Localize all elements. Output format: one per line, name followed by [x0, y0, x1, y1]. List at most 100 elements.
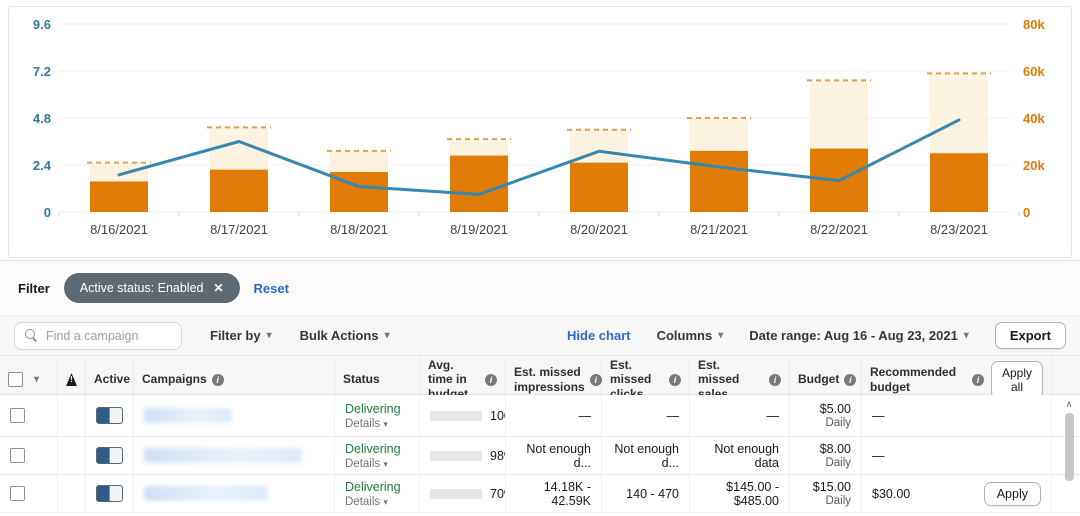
scrollbar-thumb[interactable] [1065, 413, 1074, 481]
right-axis-tick: 0 [1023, 205, 1030, 220]
details-dropdown[interactable]: Details ▾ [345, 418, 401, 430]
columns-dropdown[interactable]: Columns ▾ [657, 328, 724, 343]
table-header-row: ▾ Active Campaigns Status Avg. time in b… [0, 355, 1080, 395]
info-icon[interactable] [590, 374, 602, 386]
active-toggle[interactable] [96, 447, 123, 464]
avg-time-progress [430, 489, 482, 499]
row-warning-cell [58, 395, 86, 436]
export-button[interactable]: Export [995, 322, 1066, 349]
table-toolbar: Filter by ▾ Bulk Actions ▾ Hide chart Co… [0, 315, 1080, 355]
header-recommended-label: Recommended budget [870, 365, 967, 394]
row-checkbox[interactable] [10, 486, 25, 501]
active-toggle[interactable] [96, 407, 123, 424]
bulk-actions-dropdown[interactable]: Bulk Actions ▾ [300, 328, 390, 343]
toggle-knob [109, 486, 122, 501]
reset-filters-link[interactable]: Reset [254, 281, 289, 296]
avg-time-value: 98% [490, 449, 506, 463]
chevron-down-icon[interactable]: ▾ [34, 374, 39, 386]
right-axis-tick: 20k [1023, 158, 1045, 173]
avg-time-value: 100% [490, 409, 506, 423]
filter-label: Filter [18, 281, 50, 296]
row-active-cell[interactable] [86, 475, 134, 512]
row-campaign-cell[interactable] [134, 437, 335, 474]
hide-chart-link[interactable]: Hide chart [567, 328, 631, 343]
row-impressions-cell: Not enough d... [506, 437, 602, 474]
date-label: 8/21/2021 [690, 222, 748, 237]
budget-cadence: Daily [825, 495, 851, 507]
header-active-label: Active [94, 372, 130, 386]
row-checkbox[interactable] [10, 448, 25, 463]
chevron-down-icon: ▾ [383, 419, 388, 429]
date-label: 8/22/2021 [810, 222, 868, 237]
row-avg-time-cell: 98% [420, 437, 506, 474]
table-row: Delivering Details ▾ 70% 14.18K - 42.59K… [0, 475, 1080, 513]
row-select-cell[interactable] [0, 475, 58, 512]
campaign-name-redacted [144, 448, 302, 463]
row-active-cell[interactable] [86, 437, 134, 474]
row-impressions-cell: 14.18K - 42.59K [506, 475, 602, 512]
header-status-label: Status [343, 372, 380, 386]
table-vertical-scrollbar[interactable]: ∧ [1063, 397, 1075, 509]
info-icon[interactable] [669, 374, 681, 386]
row-select-cell[interactable] [0, 395, 58, 436]
budget-value: $15.00 [813, 480, 851, 494]
scroll-up-icon[interactable]: ∧ [1063, 397, 1075, 411]
status-badge: Delivering [345, 402, 401, 416]
row-budget-cell[interactable]: $8.00 Daily [790, 437, 862, 474]
date-label: 8/20/2021 [570, 222, 628, 237]
apply-button[interactable]: Apply [984, 482, 1041, 506]
row-status-cell: Delivering Details ▾ [335, 475, 420, 512]
row-budget-cell[interactable]: $15.00 Daily [790, 475, 862, 512]
apply-all-button[interactable]: Apply all [991, 361, 1043, 399]
row-status-cell: Delivering Details ▾ [335, 395, 420, 436]
row-campaign-cell[interactable] [134, 475, 335, 512]
date-range-dropdown[interactable]: Date range: Aug 16 - Aug 23, 2021 ▾ [749, 328, 969, 343]
row-budget-cell[interactable]: $5.00 Daily [790, 395, 862, 436]
row-sales-cell: Not enough data [690, 437, 790, 474]
budget-performance-chart-card: 002.420k4.840k7.260k9.680k8/16/20218/17/… [8, 6, 1072, 258]
filter-by-dropdown[interactable]: Filter by ▾ [210, 328, 272, 343]
info-icon[interactable] [212, 374, 224, 386]
row-checkbox[interactable] [10, 408, 25, 423]
row-select-cell[interactable] [0, 437, 58, 474]
toolbar-right-group: Hide chart Columns ▾ Date range: Aug 16 … [567, 322, 1066, 349]
info-icon[interactable] [972, 374, 984, 386]
search-input[interactable] [46, 329, 166, 343]
search-icon [25, 329, 38, 342]
budget-cadence: Daily [825, 457, 851, 469]
details-dropdown[interactable]: Details ▾ [345, 496, 401, 508]
campaign-search-box[interactable] [14, 322, 182, 350]
chevron-down-icon: ▾ [267, 330, 272, 341]
filter-pill-label: Active status: Enabled [80, 281, 204, 295]
header-campaigns-label: Campaigns [142, 372, 207, 386]
table-row: Delivering Details ▾ 98% Not enough d...… [0, 437, 1080, 475]
recommended-value: — [872, 449, 885, 463]
info-icon[interactable] [844, 374, 856, 386]
bar [690, 151, 748, 212]
left-axis-tick: 2.4 [33, 158, 52, 173]
status-badge: Delivering [345, 480, 401, 494]
columns-label: Columns [657, 328, 713, 343]
budget-value: $5.00 [820, 402, 851, 416]
remove-filter-icon[interactable]: ✕ [213, 281, 223, 295]
row-campaign-cell[interactable] [134, 395, 335, 436]
row-active-cell[interactable] [86, 395, 134, 436]
row-avg-time-cell: 70% [420, 475, 506, 512]
header-impressions-label: Est. missed impressions [514, 365, 585, 394]
chevron-down-icon: ▾ [383, 459, 388, 469]
campaign-name-redacted [144, 408, 232, 423]
select-all-checkbox[interactable] [8, 372, 23, 387]
chevron-down-icon: ▾ [964, 330, 969, 341]
campaigns-panel: Filter Active status: Enabled ✕ Reset Fi… [0, 260, 1080, 516]
filter-by-label: Filter by [210, 328, 261, 343]
date-label: 8/23/2021 [930, 222, 988, 237]
active-toggle[interactable] [96, 485, 123, 502]
row-impressions-cell: — [506, 395, 602, 436]
table-row: Delivering Details ▾ 100% — — — $5.00 Da… [0, 395, 1080, 437]
details-dropdown[interactable]: Details ▾ [345, 458, 401, 470]
active-status-filter-pill[interactable]: Active status: Enabled ✕ [64, 273, 240, 303]
info-icon[interactable] [769, 374, 781, 386]
toggle-knob [109, 408, 122, 423]
info-icon[interactable] [485, 374, 497, 386]
toggle-knob [109, 448, 122, 463]
